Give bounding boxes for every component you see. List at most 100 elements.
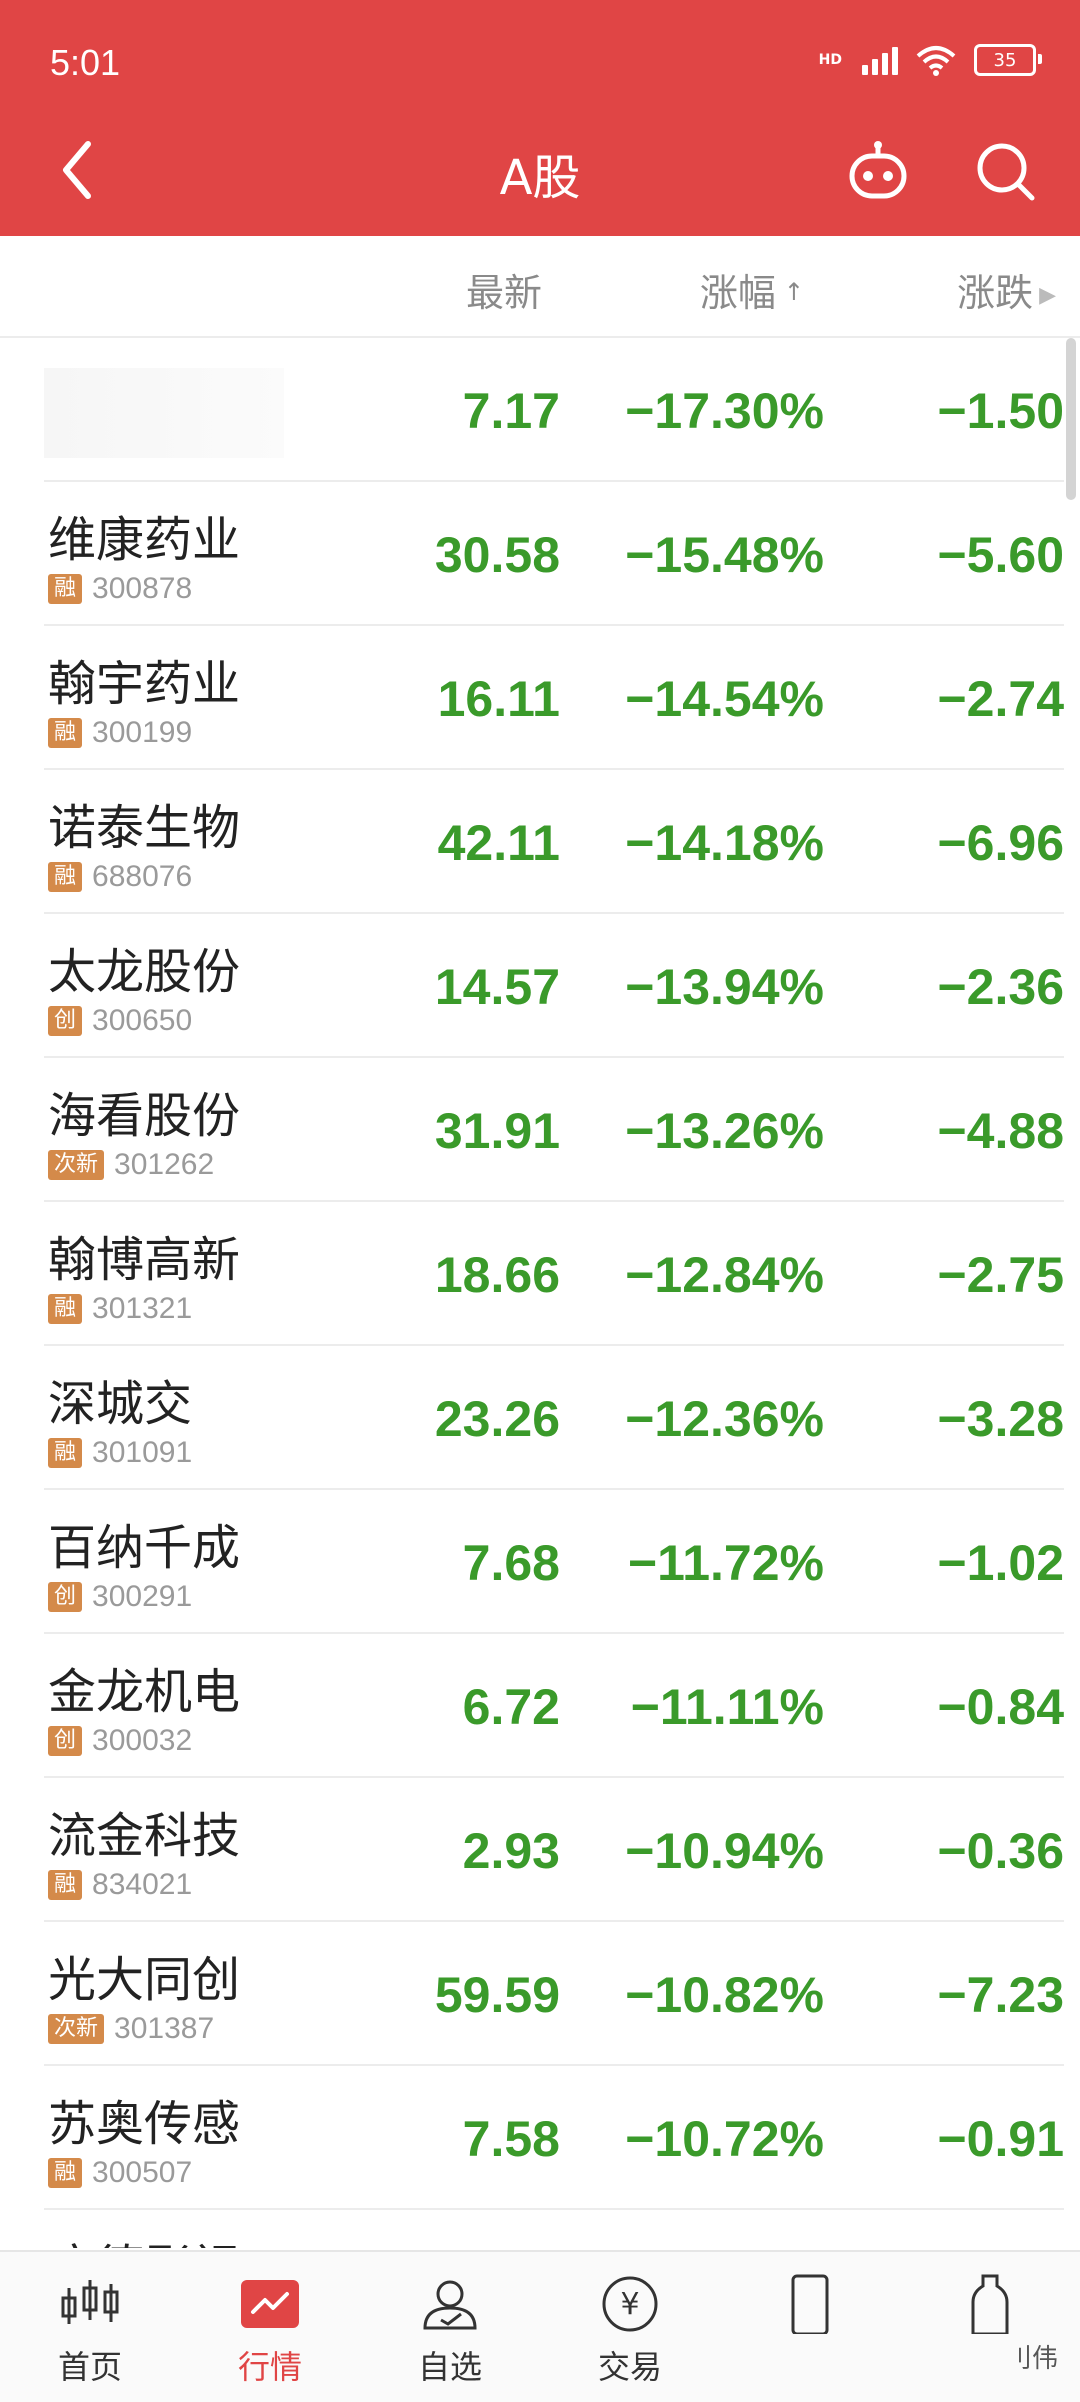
stock-code: 300878 — [92, 572, 193, 605]
bottle-icon — [971, 2274, 1009, 2334]
stock-code: 300650 — [92, 1004, 193, 1037]
stock-tag: 创 — [48, 1006, 83, 1036]
stock-row[interactable]: 维康药业 融 300878 30.58 −15.48% −5.60 — [44, 482, 1064, 626]
scrollbar[interactable] — [1066, 338, 1076, 500]
sort-arrow-icon: ↑ — [783, 278, 804, 306]
change-percent: −11.72% — [627, 1535, 824, 1591]
battery-level: 35 — [993, 49, 1017, 71]
tab-label: 行情 — [237, 2348, 302, 2386]
change-amount: −3.28 — [937, 1391, 1064, 1447]
latest-price: 6.72 — [462, 1679, 560, 1735]
stock-name: 海看股份 — [48, 1088, 241, 1144]
stock-name: 维康药业 — [48, 512, 241, 568]
status-time: 5:01 — [50, 42, 121, 83]
stock-code: 301321 — [92, 1292, 193, 1325]
search-icon[interactable] — [974, 140, 1038, 204]
stock-name: 唐德影视 — [48, 2228, 240, 2248]
stock-row[interactable]: 7.17 −17.30% −1.50 — [44, 338, 1064, 482]
stock-row[interactable]: 海看股份 次新 301262 31.91 −13.26% −4.88 — [44, 1058, 1064, 1202]
stock-row[interactable]: 翰宇药业 融 300199 16.11 −14.54% −2.74 — [44, 626, 1064, 770]
stock-name: 光大同创 — [48, 1952, 241, 2008]
stock-row[interactable]: 唐德影视 — [44, 2210, 1064, 2248]
latest-price: 18.66 — [434, 1247, 560, 1303]
change-amount: −2.36 — [937, 959, 1064, 1015]
latest-price: 16.11 — [437, 671, 560, 727]
stock-code: 300507 — [92, 2156, 193, 2189]
stock-row[interactable]: 诺泰生物 融 688076 42.11 −14.18% −6.96 — [44, 770, 1064, 914]
candlestick-icon — [61, 2280, 119, 2324]
chevron-right-icon: ▶ — [1039, 283, 1056, 308]
column-change[interactable]: 涨跌 ▶ — [957, 262, 1056, 317]
stock-code: 301091 — [92, 1436, 193, 1469]
change-amount: −0.91 — [937, 2111, 1064, 2167]
change-percent: −10.82% — [625, 1967, 824, 2023]
change-amount: −6.96 — [937, 815, 1064, 871]
stock-row[interactable]: 太龙股份 创 300650 14.57 −13.94% −2.36 — [44, 914, 1064, 1058]
page-title: A股 — [499, 150, 581, 206]
blurred-name — [44, 368, 284, 458]
stock-list[interactable]: 7.17 −17.30% −1.50 维康药业 融 300878 30.58 −1… — [0, 338, 1064, 2248]
change-percent: −14.54% — [625, 671, 824, 727]
network-type: HD — [818, 52, 842, 68]
stock-name: 翰博高新 — [48, 1232, 241, 1288]
latest-price: 2.93 — [462, 1823, 560, 1879]
tab-label: 首页 — [57, 2348, 122, 2386]
latest-price: 42.11 — [437, 815, 560, 871]
status-icons: HD 35 — [818, 44, 1042, 76]
stock-row[interactable]: 金龙机电 创 300032 6.72 −11.11% −0.84 — [44, 1634, 1064, 1778]
stock-row[interactable]: 光大同创 次新 301387 59.59 −10.82% −7.23 — [44, 1922, 1064, 2066]
stock-tag: 融 — [48, 574, 83, 604]
change-percent: −10.94% — [625, 1823, 824, 1879]
stock-tag: 融 — [48, 1438, 83, 1468]
stock-code: 300291 — [92, 1580, 193, 1613]
stock-tag: 融 — [48, 1294, 83, 1324]
tab-bottle[interactable] — [900, 2252, 1080, 2402]
change-percent: −12.84% — [625, 1247, 824, 1303]
tab-watchlist[interactable]: 自选 — [360, 2252, 540, 2402]
stock-tag: 融 — [48, 718, 83, 748]
stock-name: 流金科技 — [48, 1808, 241, 1864]
stock-row[interactable]: 百纳千成 创 300291 7.68 −11.72% −1.02 — [44, 1490, 1064, 1634]
stock-name: 百纳千成 — [48, 1520, 241, 1576]
change-amount: −0.84 — [937, 1679, 1064, 1735]
stock-code: 834021 — [92, 1868, 193, 1901]
change-percent: −10.72% — [625, 2111, 824, 2167]
stock-name: 苏奥传感 — [48, 2096, 241, 2152]
stock-row[interactable]: 苏奥传感 融 300507 7.58 −10.72% −0.91 — [44, 2066, 1064, 2210]
signal-icon — [862, 45, 898, 75]
market-chart-icon — [241, 2280, 299, 2328]
tab-market[interactable]: 行情 — [180, 2252, 360, 2402]
stock-name: 太龙股份 — [48, 944, 241, 1000]
change-amount: −7.23 — [937, 1967, 1064, 2023]
stock-name: 金龙机电 — [48, 1664, 241, 1720]
change-amount: −1.50 — [937, 383, 1064, 439]
bottom-tab-bar: 首页 行情 自选 ¥ 交易 — [0, 2250, 1080, 2402]
stock-code: 301387 — [114, 2012, 215, 2045]
latest-price: 14.57 — [434, 959, 560, 1015]
tab-phone[interactable] — [720, 2252, 900, 2402]
latest-price: 7.58 — [462, 2111, 560, 2167]
corner-watermark: 刂伟 — [1005, 2344, 1058, 2374]
stock-row[interactable]: 翰博高新 融 301321 18.66 −12.84% −2.75 — [44, 1202, 1064, 1346]
change-percent: −12.36% — [625, 1391, 824, 1447]
change-percent: −13.26% — [625, 1103, 824, 1159]
column-pct[interactable]: 涨幅 ↑ — [700, 262, 804, 317]
stock-name: 翰宇药业 — [48, 656, 241, 712]
stock-tag: 融 — [48, 2158, 83, 2188]
tab-trade[interactable]: ¥ 交易 — [540, 2252, 720, 2402]
stock-code: 300199 — [92, 716, 193, 749]
stock-name: 深城交 — [48, 1376, 193, 1432]
latest-price: 7.68 — [462, 1535, 560, 1591]
stock-row[interactable]: 深城交 融 301091 23.26 −12.36% −3.28 — [44, 1346, 1064, 1490]
robot-assistant-icon[interactable] — [846, 140, 910, 204]
latest-price: 30.58 — [434, 527, 560, 583]
latest-price: 7.17 — [462, 383, 560, 439]
stock-tag: 融 — [48, 862, 83, 892]
stock-code: 688076 — [92, 860, 193, 893]
column-latest[interactable]: 最新 — [466, 262, 542, 317]
tab-home[interactable]: 首页 — [0, 2252, 180, 2402]
stock-row[interactable]: 流金科技 融 834021 2.93 −10.94% −0.36 — [44, 1778, 1064, 1922]
top-header: 5:01 HD 35 A股 — [0, 0, 1080, 236]
latest-price: 31.91 — [434, 1103, 560, 1159]
tab-label: 交易 — [597, 2348, 662, 2386]
